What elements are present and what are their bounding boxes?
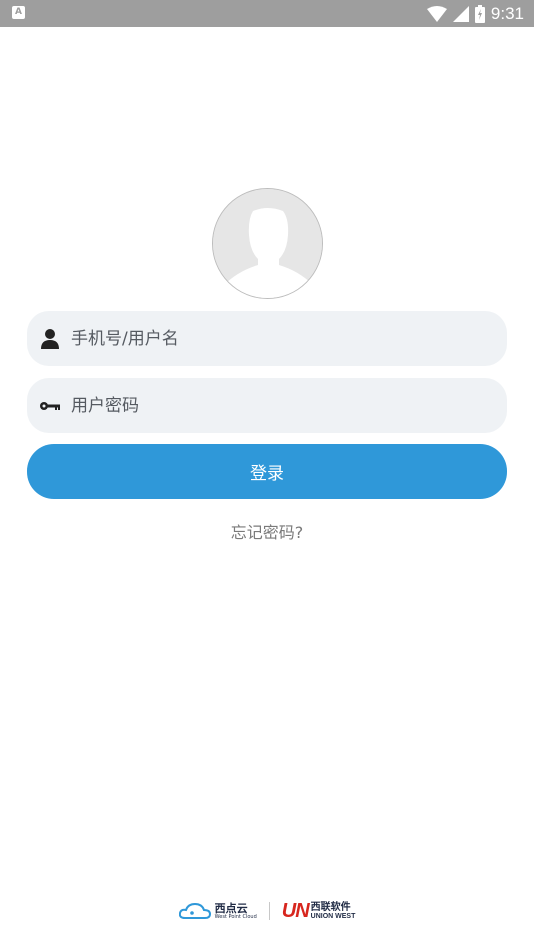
status-bar: A 9:31	[0, 0, 534, 27]
logo-divider	[268, 902, 270, 920]
app-notification-icon: A	[12, 6, 25, 19]
username-field[interactable]	[27, 311, 507, 366]
forgot-password-link[interactable]: 忘记密码?	[0, 519, 534, 543]
status-time: 9:31	[490, 3, 524, 23]
footer-logos: 西点云 West Point Cloud UN 西联软件 UNION WEST	[0, 898, 534, 924]
cloud-logo-en: West Point Cloud	[214, 913, 257, 920]
user-icon	[39, 328, 61, 350]
battery-icon	[474, 4, 485, 23]
status-bar-right: 9:31	[426, 0, 524, 27]
login-button[interactable]: 登录	[27, 444, 507, 499]
signal-icon	[452, 5, 469, 22]
wifi-icon	[426, 5, 447, 22]
union-logo-en: UNION WEST	[310, 912, 356, 920]
cloud-logo-icon	[178, 902, 211, 919]
username-input[interactable]	[71, 311, 491, 366]
union-logo-mark: UN	[281, 899, 310, 922]
union-logo-cn: 西联软件	[310, 901, 351, 913]
avatar	[212, 188, 323, 299]
cloud-logo-cn: 西点云	[214, 901, 248, 915]
user-silhouette-icon	[213, 189, 322, 298]
union-west-logo: UN 西联软件 UNION WEST	[282, 900, 356, 923]
password-field[interactable]	[27, 378, 507, 433]
password-input[interactable]	[71, 378, 491, 433]
key-icon	[39, 395, 61, 417]
west-point-cloud-logo: 西点云 West Point Cloud	[178, 901, 257, 920]
